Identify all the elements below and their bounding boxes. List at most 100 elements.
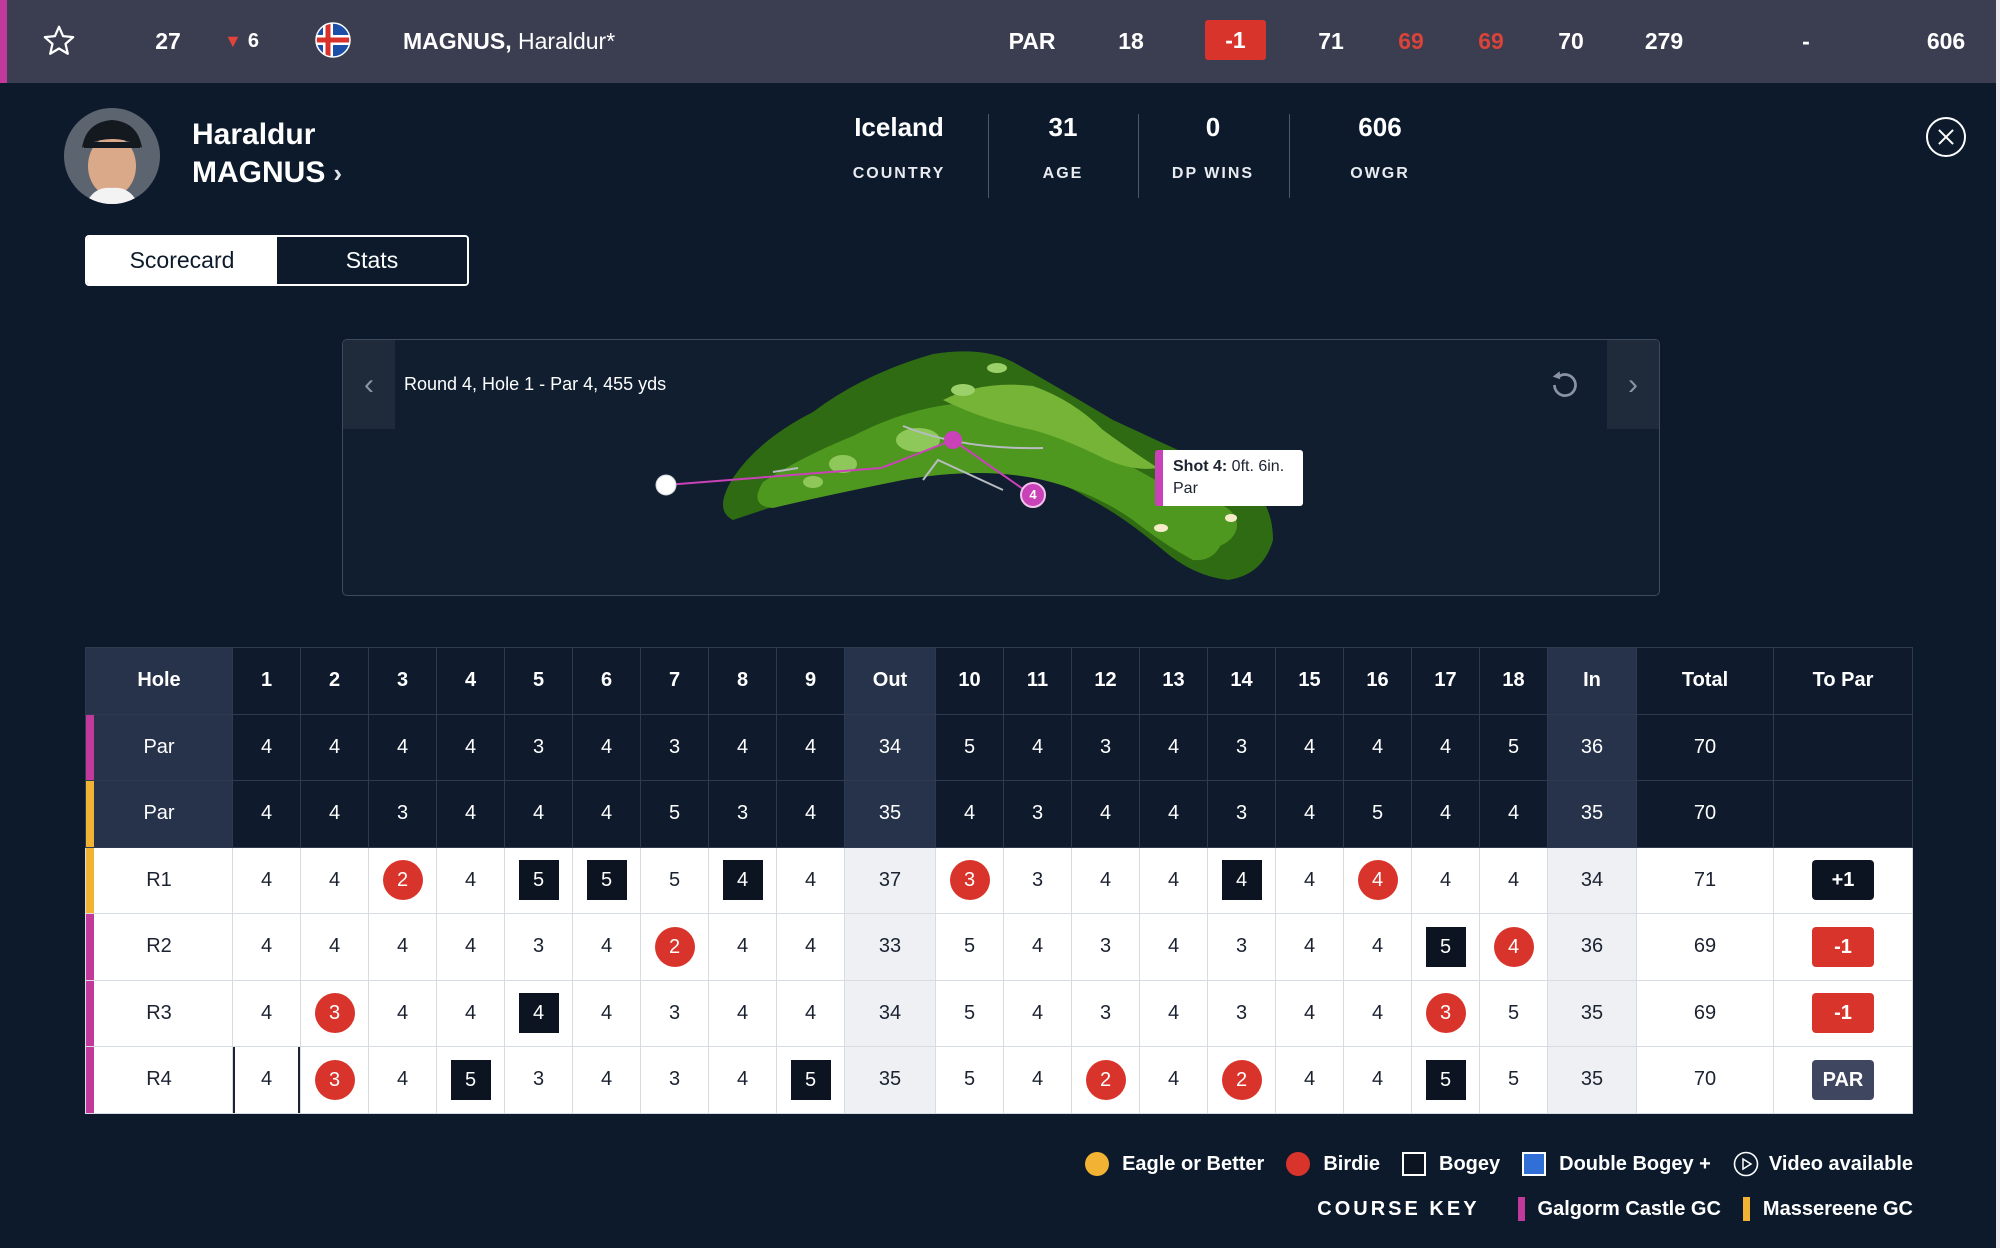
row-label-text: R2 (146, 935, 172, 958)
score-value: 4 (1167, 1068, 1180, 1091)
stat-age-value: 31 (1048, 112, 1078, 142)
score-value: 5 (668, 868, 681, 891)
column-header: 8 (708, 647, 777, 715)
score-cell: 4 (1275, 1046, 1344, 1114)
score-cell: 3 (1071, 979, 1140, 1047)
score-value: 4 (532, 802, 545, 825)
column-header: Total (1636, 647, 1774, 715)
previous-hole-button[interactable]: ‹ (343, 340, 395, 429)
player-profile-link[interactable]: MAGNUS › (192, 156, 342, 190)
player-last-name-heading: MAGNUS (192, 156, 326, 189)
score-value: 3 (1235, 935, 1248, 958)
column-header: 15 (1275, 647, 1344, 715)
legend-label: Eagle or Better (1122, 1152, 1265, 1175)
score-cell: 4 (1003, 979, 1072, 1047)
tab-stats[interactable]: Stats (277, 237, 467, 284)
course-accent-bar (0, 0, 7, 83)
column-header: To Par (1773, 647, 1913, 715)
score-cell: 4 (1479, 780, 1548, 848)
shot-marker-label: 4 (1029, 487, 1037, 502)
score-cell: 4 (1479, 846, 1548, 914)
column-header: 11 (1003, 647, 1072, 715)
next-hole-button[interactable]: › (1607, 340, 1659, 429)
hole-header: Hole (85, 647, 233, 715)
column-header: 9 (776, 647, 845, 715)
score-value: 35 (1580, 1068, 1604, 1091)
stat-owgr-value: 606 (1358, 112, 1402, 142)
score-cell: 34 (844, 979, 936, 1047)
score-cell: 4 (368, 913, 437, 981)
score-cell: 36 (1547, 913, 1637, 981)
score-cell: 3 (640, 979, 709, 1047)
score-value: 4 (1031, 935, 1044, 958)
row-label: R4 (85, 1046, 233, 1114)
view-tabs: Scorecard Stats (85, 235, 469, 286)
score-cell: 5 (1479, 713, 1548, 781)
shot-tooltip: Shot 4: 0ft. 6in. Par (1155, 450, 1303, 506)
score-value: 3 (1099, 935, 1112, 958)
bogey-marker: 5 (790, 1059, 831, 1100)
score-value: 3 (1235, 1001, 1248, 1024)
score-value: 4 (736, 1068, 749, 1091)
score-value: 4 (1167, 935, 1180, 958)
score-value: 4 (464, 802, 477, 825)
score-value: 4 (736, 735, 749, 758)
score-value: 4 (1031, 1001, 1044, 1024)
score-value: 3 (668, 1001, 681, 1024)
score-value: 4 (1031, 1068, 1044, 1091)
score-value: 4 (736, 935, 749, 958)
legend-item: Birdie (1286, 1152, 1380, 1176)
score-cell: 4 (1411, 713, 1480, 781)
score-value: 4 (1099, 802, 1112, 825)
score-cell: 4 (300, 846, 369, 914)
score-value: 4 (1303, 935, 1316, 958)
birdie-marker: 2 (1221, 1059, 1262, 1100)
score-value: 3 (668, 735, 681, 758)
score-cell: 4 (708, 846, 777, 914)
score-cell: 4 (300, 913, 369, 981)
owgr-value: 606 (1926, 28, 1966, 54)
legend-label: Bogey (1439, 1152, 1501, 1175)
course-color-bar (86, 914, 94, 980)
score-cell: 3 (640, 713, 709, 781)
round-1-score: 71 (1318, 28, 1344, 54)
score-value: 70 (1693, 735, 1717, 758)
score-cell: 4 (1071, 846, 1140, 914)
score-legend: Eagle or Better Birdie Bogey Double Bogey +… (1085, 1150, 1913, 1178)
round-2-score: 69 (1398, 28, 1424, 54)
replay-icon[interactable] (1547, 367, 1583, 403)
score-value: 3 (396, 802, 409, 825)
score-cell: 4 (300, 713, 369, 781)
score-cell: 5 (640, 846, 709, 914)
score-cell: 4 (935, 780, 1004, 848)
score-cell: 70 (1636, 1046, 1774, 1114)
course-color-bar (1742, 1197, 1750, 1221)
course-name: Massereene GC (1762, 1197, 1913, 1220)
score-value: 34 (878, 735, 902, 758)
stat-country: Iceland COUNTRY (852, 112, 946, 183)
column-header: 5 (504, 647, 573, 715)
score-cell: 4 (1343, 713, 1412, 781)
stat-dp-wins-value: 0 (1205, 112, 1221, 142)
score-value: 4 (328, 868, 341, 891)
tab-scorecard[interactable]: Scorecard (87, 237, 277, 284)
column-header: 6 (572, 647, 641, 715)
score-value: 4 (1371, 1001, 1384, 1024)
close-icon[interactable] (1926, 117, 1966, 157)
player-first-name: Haraldur* (511, 28, 616, 54)
score-cell: 4 (1411, 846, 1480, 914)
to-par-badge: +1 (1812, 860, 1874, 901)
score-cell: 4 (368, 713, 437, 781)
score-value: 4 (1371, 735, 1384, 758)
player-name-link[interactable]: MAGNUS, Haraldur* (403, 0, 615, 83)
course-key-title: COURSE KEY (1317, 1197, 1480, 1220)
score-value: 5 (963, 1068, 976, 1091)
score-value: 4 (464, 935, 477, 958)
score-cell: 4 (1275, 780, 1344, 848)
favourite-star-icon[interactable] (42, 24, 76, 58)
bogey-marker: 5 (1425, 926, 1466, 967)
leaderboard-row[interactable]: 27 ▼ 6 MAGNUS, Haraldur* PAR 18 -1 71 69 … (0, 0, 2000, 83)
score-cell: 3 (504, 1046, 573, 1114)
legend-circle-icon (1085, 1152, 1110, 1176)
stat-dp-wins: 0 DP WINS (1168, 112, 1258, 183)
